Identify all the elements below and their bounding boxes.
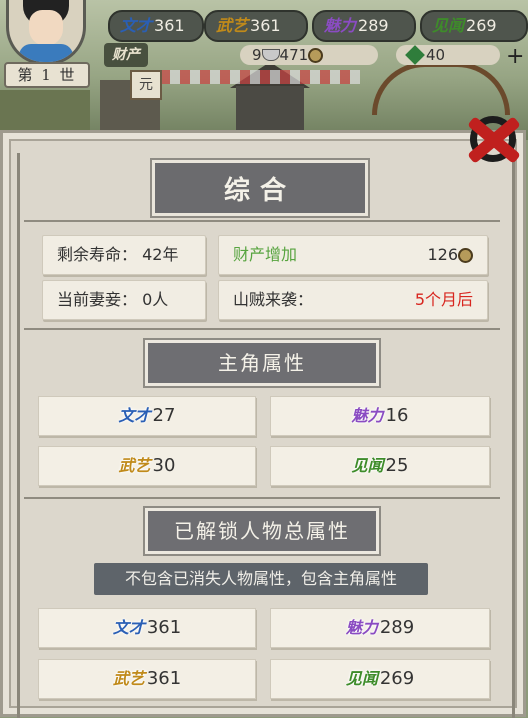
- total-attributes-title: 已解锁人物总属性: [148, 511, 376, 551]
- jade-icon: [405, 45, 425, 65]
- total-attr-wencai: 文才 361: [38, 608, 256, 648]
- hero-attr-wuyi: 武艺 30: [38, 446, 256, 486]
- coin-icon: [458, 248, 473, 263]
- close-button[interactable]: [460, 108, 524, 178]
- shop-sign: 元: [130, 70, 162, 100]
- money-value: 9 471: [240, 45, 378, 65]
- total-attr-meili: 魅力 289: [270, 608, 490, 648]
- lifespan-cell: 剩余寿命： 42年: [42, 235, 206, 275]
- hero-attr-meili: 魅力 16: [270, 396, 490, 436]
- silver-ingot-icon: [261, 49, 280, 61]
- stat-meili: 魅力 289: [312, 10, 416, 42]
- stat-wuyi: 武艺 361: [204, 10, 308, 42]
- generation-label: 第 1 世: [4, 62, 90, 88]
- hero-attr-jianwen: 见闻 25: [270, 446, 490, 486]
- stat-wencai: 文才 361: [108, 10, 204, 42]
- bandit-raid-cell: 山贼来袭： 5个月后: [218, 280, 488, 320]
- add-currency-button[interactable]: +: [506, 46, 528, 68]
- spouses-cell: 当前妻妾： 0人: [42, 280, 206, 320]
- hero-attributes-title: 主角属性: [148, 343, 376, 383]
- stats-bar: 文才 361 武艺 361 魅力 289 见闻 269: [100, 2, 528, 42]
- assets-label: 财产: [104, 43, 148, 67]
- stat-jianwen: 见闻 269: [420, 10, 528, 42]
- copper-coin-icon: [308, 48, 324, 63]
- assets-bar: 财产 9 471 40: [100, 43, 500, 67]
- total-attributes-note: 不包含已消失人物属性，包含主角属性: [94, 563, 428, 595]
- wealth-increase-cell: 财产增加 126: [218, 235, 488, 275]
- jade-value: 40: [396, 45, 500, 65]
- total-attr-wuyi: 武艺 361: [38, 659, 256, 699]
- total-attr-jianwen: 见闻 269: [270, 659, 490, 699]
- hero-attr-wencai: 文才 27: [38, 396, 256, 436]
- panel-title: 综合: [155, 163, 365, 213]
